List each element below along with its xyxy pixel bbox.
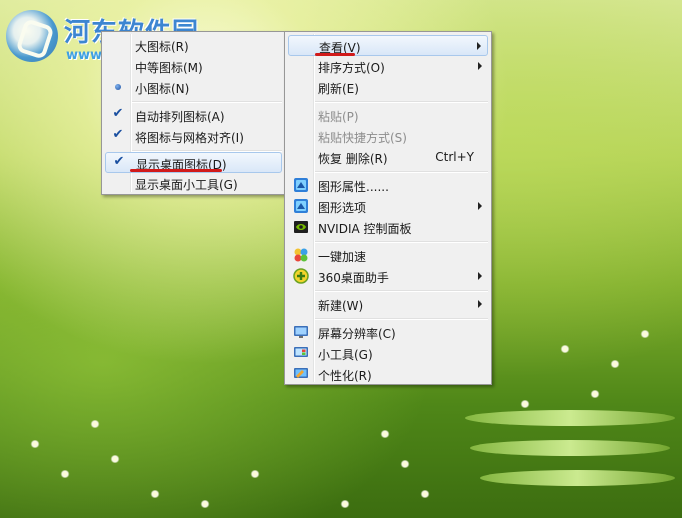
menu-item-refresh[interactable]: 刷新(E)	[288, 77, 488, 98]
flower	[640, 330, 650, 338]
grass-blade	[480, 470, 675, 486]
grass-blade	[465, 410, 675, 426]
menu-separator	[315, 290, 488, 292]
flower	[420, 490, 430, 498]
flower	[380, 430, 390, 438]
menu-item-personalize[interactable]: 个性化(R)	[288, 364, 488, 385]
360-desktop-icon	[293, 268, 309, 284]
menu-item-show-desktop-gadgets[interactable]: 显示桌面小工具(G)	[105, 173, 282, 194]
menu-item-one-click-speedup[interactable]: 一键加速	[288, 245, 488, 266]
checkmark-icon: ✔	[112, 127, 124, 142]
nvidia-icon	[294, 221, 308, 233]
flower	[590, 390, 600, 398]
submenu-arrow-icon	[478, 202, 482, 210]
menu-item-label: 图形属性......	[318, 180, 389, 194]
menu-item-label: NVIDIA 控制面板	[318, 222, 412, 236]
menu-item-paste-shortcut[interactable]: 粘贴快捷方式(S)	[288, 126, 488, 147]
flower	[30, 440, 40, 448]
menu-item-label: 恢复 删除(R)	[318, 152, 388, 166]
grass-blade	[470, 440, 670, 456]
menu-item-label: 小图标(N)	[135, 82, 190, 96]
gadgets-icon	[294, 347, 308, 357]
flower	[60, 470, 70, 478]
flower	[200, 500, 210, 508]
flower	[250, 470, 260, 478]
menu-item-label: 图形选项	[318, 201, 367, 215]
checkmark-icon: ✔	[112, 106, 124, 121]
menu-item-auto-arrange[interactable]: ✔ 自动排列图标(A)	[105, 105, 282, 126]
flower	[610, 360, 620, 368]
menu-item-label: 粘贴快捷方式(S)	[318, 131, 407, 145]
menu-item-label: 显示桌面小工具(G)	[135, 178, 238, 192]
speedup-icon	[294, 248, 308, 262]
menu-separator	[315, 318, 488, 320]
menu-item-label: 一键加速	[318, 250, 367, 264]
radio-selected-icon	[115, 84, 121, 90]
menu-item-gadgets[interactable]: 小工具(G)	[288, 343, 488, 364]
watermark-logo-icon	[6, 10, 58, 62]
menu-item-nvidia-control-panel[interactable]: NVIDIA 控制面板	[288, 217, 488, 238]
intel-graphics-icon	[294, 178, 308, 192]
menu-item-label: 小工具(G)	[318, 348, 373, 362]
intel-graphics-options-icon	[294, 199, 308, 213]
menu-item-label: 排序方式(O)	[318, 61, 385, 75]
submenu-arrow-icon	[478, 62, 482, 70]
menu-item-label: 刷新(E)	[318, 82, 359, 96]
submenu-arrow-icon	[478, 300, 482, 308]
flower	[110, 455, 120, 463]
menu-separator	[315, 241, 488, 243]
submenu-arrow-icon	[478, 272, 482, 280]
desktop-context-menu: 查看(V) 排序方式(O) 刷新(E) 粘贴(P) 粘贴快捷方式(S) 恢复 删…	[284, 31, 492, 385]
flower	[400, 460, 410, 468]
menu-separator	[315, 171, 488, 173]
submenu-arrow-icon	[477, 42, 481, 50]
menu-item-sort-by[interactable]: 排序方式(O)	[288, 56, 488, 77]
menu-item-label: 粘贴(P)	[318, 110, 359, 124]
flower	[150, 490, 160, 498]
menu-item-label: 360桌面助手	[318, 271, 389, 285]
menu-item-screen-resolution[interactable]: 屏幕分辨率(C)	[288, 322, 488, 343]
menu-item-new[interactable]: 新建(W)	[288, 294, 488, 315]
menu-item-small-icons[interactable]: 小图标(N)	[105, 77, 282, 98]
checkmark-icon: ✔	[113, 154, 125, 169]
menu-item-label: 将图标与网格对齐(I)	[135, 131, 244, 145]
annotation-underline	[130, 169, 222, 172]
personalize-icon	[294, 368, 308, 378]
menu-item-align-to-grid[interactable]: ✔ 将图标与网格对齐(I)	[105, 126, 282, 147]
menu-item-label: 自动排列图标(A)	[135, 110, 225, 124]
menu-item-360-desktop-assistant[interactable]: 360桌面助手	[288, 266, 488, 287]
flower	[520, 400, 530, 408]
view-submenu: 大图标(R) 中等图标(M) 小图标(N) ✔ 自动排列图标(A) ✔ 将图标与…	[101, 31, 286, 195]
menu-item-graphics-options[interactable]: 图形选项	[288, 196, 488, 217]
menu-item-large-icons[interactable]: 大图标(R)	[105, 35, 282, 56]
menu-item-label: 大图标(R)	[135, 40, 189, 54]
flower	[90, 420, 100, 428]
menu-item-label: 个性化(R)	[318, 369, 372, 383]
menu-item-label: 中等图标(M)	[135, 61, 203, 75]
flower	[560, 345, 570, 353]
menu-item-paste[interactable]: 粘贴(P)	[288, 105, 488, 126]
menu-separator	[315, 101, 488, 103]
menu-item-graphics-properties[interactable]: 图形属性......	[288, 175, 488, 196]
menu-separator	[132, 101, 282, 103]
menu-item-label: 屏幕分辨率(C)	[318, 327, 396, 341]
flower	[340, 500, 350, 508]
screen-resolution-icon	[294, 326, 308, 338]
menu-item-label: 新建(W)	[318, 299, 364, 313]
menu-item-accelerator: Ctrl+Y	[435, 150, 474, 164]
menu-item-undo-delete[interactable]: 恢复 删除(R) Ctrl+Y	[288, 147, 488, 168]
menu-item-medium-icons[interactable]: 中等图标(M)	[105, 56, 282, 77]
